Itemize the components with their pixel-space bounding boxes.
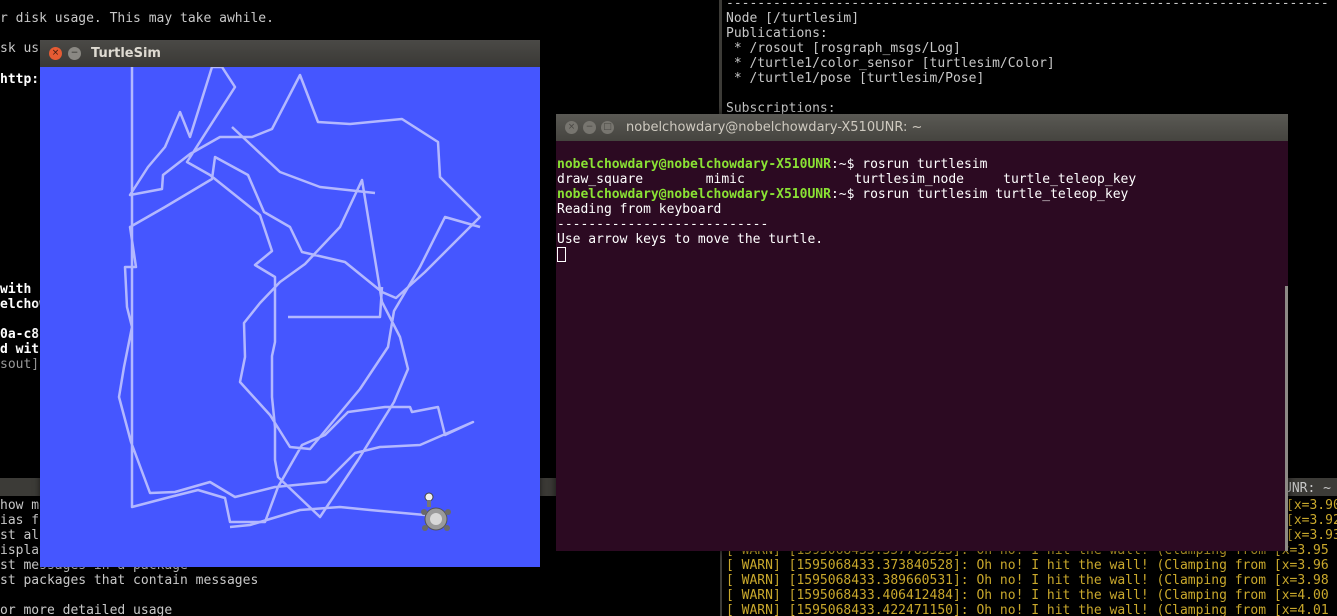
turtle-icon <box>421 492 451 531</box>
terminal-line: Reading from keyboard <box>557 202 722 217</box>
minimize-icon: − <box>70 48 79 58</box>
bg-tr-line-1: Publications: <box>726 26 828 41</box>
text-cursor <box>557 247 566 262</box>
bg-br-warn-4: [ WARN] [1595068433.422471150]: Oh no! I… <box>726 603 1329 616</box>
close-icon: × <box>51 48 60 58</box>
bg-br-side-1: [x=3.92 <box>1286 513 1337 528</box>
bg-br-side-0: [x=3.90 <box>1286 498 1337 513</box>
bg-bl-line-2: st al <box>0 528 40 543</box>
bg-tl-bottom-5: sout] <box>0 357 40 372</box>
turtle-path <box>117 67 482 524</box>
prompt: nobelchowdary@nobelchowdary-X510UNR <box>557 187 831 202</box>
bg-tr-line-0: Node [/turtlesim] <box>726 11 860 26</box>
terminal-line: nobelchowdary@nobelchowdary-X510UNR:~$ r… <box>557 157 1286 172</box>
turtle-path-segment <box>288 286 384 319</box>
terminal-output[interactable]: nobelchowdary@nobelchowdary-X510UNR:~$ r… <box>556 142 1286 551</box>
window-title: TurtleSim <box>91 46 161 61</box>
minimize-button[interactable]: − <box>583 121 596 134</box>
maximize-icon: □ <box>603 122 612 132</box>
bg-br-title: UNR: ~ 1: <box>1284 481 1331 496</box>
turtlesim-window[interactable]: × − TurtleSim <box>40 40 540 567</box>
prompt: nobelchowdary@nobelchowdary-X510UNR <box>557 157 831 172</box>
bg-tr-rule: ----------------------------------------… <box>726 0 1329 11</box>
bg-tl-line-0: r disk usage. This may take awhile. <box>0 11 274 26</box>
bg-tr-line-2: * /rosout [rosgraph_msgs/Log] <box>726 41 961 56</box>
terminal-window[interactable]: × − □ nobelchowdary@nobelchowdary-X510UN… <box>556 114 1288 551</box>
bg-tr-line-4: * /turtle1/pose [turtlesim/Pose] <box>726 71 985 86</box>
terminal-line: nobelchowdary@nobelchowdary-X510UNR:~$ r… <box>557 187 1286 202</box>
command: :~$ rosrun turtlesim <box>830 157 988 172</box>
minimize-icon: − <box>585 122 594 132</box>
turtle-path-segment <box>229 505 426 529</box>
terminal-line: draw_square mimic turtlesim_node turtle_… <box>557 172 1137 187</box>
maximize-button[interactable]: □ <box>601 121 614 134</box>
bg-bl-line-1: ias f <box>0 513 40 528</box>
bg-tr-line-3: * /turtle1/color_sensor [turtlesim/Color… <box>726 56 1055 71</box>
turtlesim-titlebar[interactable]: × − TurtleSim <box>40 40 540 67</box>
close-icon: × <box>567 122 576 132</box>
terminal-line: --------------------------- <box>557 217 769 232</box>
bg-bl-line-5: st packages that contain messages <box>0 573 259 588</box>
command: :~$ rosrun turtlesim turtle_teleop_key <box>830 187 1129 202</box>
bg-bl-line-7: or more detailed usage <box>0 603 173 616</box>
bg-br-warn-2: [ WARN] [1595068433.389660531]: Oh no! I… <box>726 573 1329 588</box>
scrollbar[interactable] <box>1285 286 1288 551</box>
bg-br-warn-3: [ WARN] [1595068433.406412484]: Oh no! I… <box>726 588 1329 603</box>
window-title: nobelchowdary@nobelchowdary-X510UNR: ~ <box>626 120 923 135</box>
terminal-titlebar[interactable]: × − □ nobelchowdary@nobelchowdary-X510UN… <box>556 114 1288 141</box>
close-button[interactable]: × <box>565 121 578 134</box>
close-button[interactable]: × <box>49 47 62 60</box>
minimize-button[interactable]: − <box>68 47 81 60</box>
terminal-line: Use arrow keys to move the turtle. <box>557 232 824 247</box>
terminal-line <box>557 247 1286 263</box>
bg-br-side-2: [x=3.93 <box>1286 528 1337 543</box>
turtlesim-canvas[interactable] <box>40 67 540 567</box>
bg-br-warn-1: [ WARN] [1595068433.373840528]: Oh no! I… <box>726 558 1329 573</box>
